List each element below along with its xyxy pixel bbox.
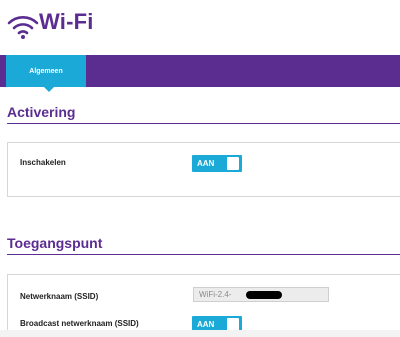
activation-panel: Inschakelen AAN bbox=[7, 142, 400, 197]
tab-bar: Algemeen bbox=[0, 55, 400, 92]
section-title-toegangspunt: Toegangspunt bbox=[7, 235, 103, 251]
tab-label: Algemeen bbox=[29, 68, 63, 75]
tab-algemeen[interactable]: Algemeen bbox=[6, 55, 86, 92]
page-title: Wi-Fi bbox=[39, 9, 94, 34]
section-divider bbox=[7, 254, 400, 255]
broadcast-ssid-label: Broadcast netwerknaam (SSID) bbox=[20, 319, 139, 328]
toggle-state-label: AAN bbox=[197, 159, 215, 168]
footer-bar bbox=[0, 330, 400, 337]
redaction-mark bbox=[246, 291, 282, 299]
toggle-state-label: AAN bbox=[197, 320, 215, 329]
header: Wi-Fi bbox=[0, 0, 400, 55]
ssid-label: Netwerknaam (SSID) bbox=[20, 292, 99, 301]
access-point-panel: Netwerknaam (SSID) Broadcast netwerknaam… bbox=[7, 274, 400, 337]
section-title-activering: Activering bbox=[7, 104, 76, 120]
toggle-knob bbox=[227, 157, 239, 170]
tab-active-indicator bbox=[44, 87, 54, 92]
enable-toggle[interactable]: AAN bbox=[192, 155, 242, 172]
enable-label: Inschakelen bbox=[20, 158, 66, 167]
wifi-icon bbox=[7, 16, 39, 39]
section-divider bbox=[7, 123, 400, 124]
